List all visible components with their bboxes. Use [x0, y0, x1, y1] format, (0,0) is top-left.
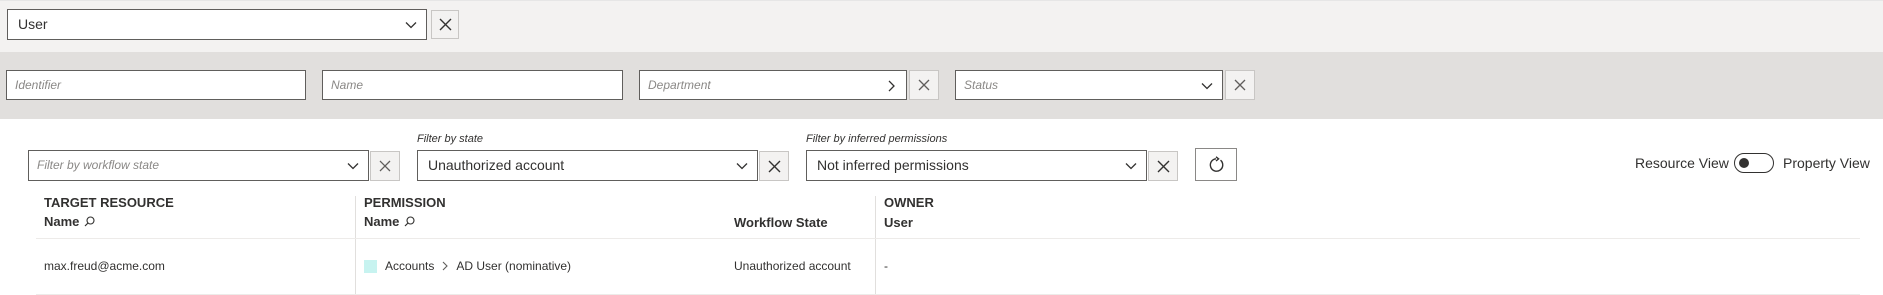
- inferred-permissions-value: Not inferred permissions: [817, 157, 969, 173]
- workflow-state-placeholder: Filter by workflow state: [37, 158, 160, 172]
- refresh-icon: [1209, 155, 1224, 172]
- status-placeholder: Status: [964, 78, 999, 92]
- chevron-down-icon: [347, 163, 359, 170]
- owner-cell: -: [884, 259, 888, 273]
- search-icon[interactable]: [404, 216, 415, 227]
- chevron-down-icon: [1201, 83, 1213, 90]
- workflow-state-cell: Unauthorized account: [734, 259, 851, 273]
- name-input[interactable]: Name: [322, 70, 623, 100]
- toggle-knob: [1739, 158, 1749, 168]
- resource-view-label: Resource View: [1635, 155, 1729, 171]
- target-name-header[interactable]: Name: [44, 214, 95, 229]
- inferred-permissions-select[interactable]: Not inferred permissions: [806, 150, 1147, 181]
- property-view-label: Property View: [1783, 155, 1870, 171]
- clear-state-filter-button[interactable]: [759, 151, 789, 181]
- close-icon: [379, 160, 391, 172]
- permission-header: PERMISSION: [364, 195, 446, 210]
- clear-department-button[interactable]: [909, 70, 939, 100]
- target-resource-cell: max.freud@acme.com: [44, 259, 165, 273]
- inferred-filter-caption: Filter by inferred permissions: [806, 133, 948, 145]
- close-icon: [439, 18, 451, 31]
- name-placeholder: Name: [331, 78, 364, 92]
- identifier-placeholder: Identifier: [15, 78, 62, 92]
- chevron-right-icon: [442, 261, 449, 271]
- chevron-right-icon: [888, 80, 895, 92]
- chevron-down-icon: [1125, 163, 1137, 170]
- clear-inferred-filter-button[interactable]: [1148, 151, 1178, 181]
- entity-type-value: User: [18, 16, 48, 32]
- permission-name-header[interactable]: Name: [364, 214, 415, 229]
- target-resource-header: TARGET RESOURCE: [44, 195, 174, 210]
- department-placeholder: Department: [648, 78, 711, 92]
- permission-name-header-label: Name: [364, 214, 400, 229]
- state-filter-select[interactable]: Unauthorized account: [417, 150, 758, 181]
- close-icon: [918, 79, 930, 91]
- identifier-input[interactable]: Identifier: [6, 70, 306, 100]
- close-icon: [1234, 79, 1246, 91]
- clear-workflow-state-button[interactable]: [370, 151, 400, 181]
- owner-header: OWNER: [884, 195, 934, 210]
- workflow-state-header: Workflow State: [734, 215, 828, 230]
- target-name-header-label: Name: [44, 214, 80, 229]
- department-picker[interactable]: Department: [639, 70, 907, 100]
- refresh-button[interactable]: [1195, 148, 1237, 181]
- clear-entity-button[interactable]: [431, 10, 459, 39]
- status-select[interactable]: Status: [955, 70, 1223, 100]
- state-filter-caption: Filter by state: [417, 133, 484, 145]
- state-filter-value: Unauthorized account: [428, 157, 565, 173]
- close-icon: [1157, 160, 1169, 172]
- owner-user-header: User: [884, 215, 913, 230]
- permission-color-chip: [364, 259, 377, 273]
- search-icon[interactable]: [84, 216, 95, 227]
- chevron-down-icon: [736, 163, 748, 170]
- table-row[interactable]: max.freud@acme.com Accounts AD User (nom…: [36, 239, 1860, 295]
- chevron-down-icon: [405, 22, 417, 29]
- workflow-state-filter[interactable]: Filter by workflow state: [28, 150, 369, 181]
- permission-cell: Accounts AD User (nominative): [364, 259, 571, 273]
- entity-type-select[interactable]: User: [7, 9, 427, 40]
- clear-status-button[interactable]: [1225, 70, 1255, 100]
- close-icon: [768, 160, 780, 172]
- permission-category: Accounts: [385, 259, 435, 273]
- permission-name: AD User (nominative): [456, 259, 572, 273]
- view-mode-toggle[interactable]: [1734, 153, 1774, 173]
